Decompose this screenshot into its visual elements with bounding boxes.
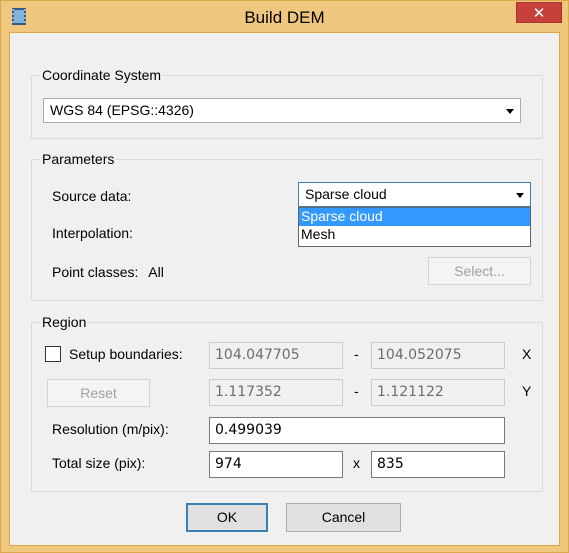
y-min-field[interactable]: 1.117352 (209, 379, 343, 406)
region-title: Region (40, 314, 89, 330)
resolution-label: Resolution (m/pix): (52, 421, 169, 437)
close-button[interactable]: ✕ (516, 2, 562, 23)
coordinate-system-value: WGS 84 (EPSG::4326) (50, 102, 194, 118)
build-dem-dialog: Build DEM ✕ Coordinate System WGS 84 (EP… (0, 0, 569, 553)
region-group: Region Setup boundaries: 104.047705 - 10… (31, 314, 543, 492)
source-data-dropdown: Sparse cloud Mesh (298, 207, 531, 247)
coordinate-system-title: Coordinate System (40, 67, 164, 83)
size-separator: x (353, 455, 360, 471)
select-classes-button[interactable]: Select... (428, 257, 531, 285)
dialog-body: Coordinate System WGS 84 (EPSG::4326) Pa… (9, 32, 560, 546)
reset-button[interactable]: Reset (47, 379, 150, 407)
cancel-button[interactable]: Cancel (286, 503, 401, 532)
resolution-field[interactable]: 0.499039 (209, 417, 505, 444)
setup-boundaries-checkbox[interactable] (45, 346, 61, 362)
coordinate-system-group: Coordinate System WGS 84 (EPSG::4326) (31, 67, 543, 139)
coordinate-system-select[interactable]: WGS 84 (EPSG::4326) (43, 98, 521, 123)
total-size-label: Total size (pix): (52, 455, 146, 471)
chevron-down-icon (516, 193, 524, 198)
total-width-field[interactable]: 974 (209, 451, 343, 478)
x-max-field[interactable]: 104.052075 (371, 342, 505, 369)
source-data-value: Sparse cloud (305, 186, 387, 202)
window-title: Build DEM (244, 8, 325, 27)
y-axis-label: Y (522, 383, 532, 399)
x-min-field[interactable]: 104.047705 (209, 342, 343, 369)
y-max-field[interactable]: 1.121122 (371, 379, 505, 406)
interpolation-label: Interpolation: (52, 225, 133, 241)
source-data-label: Source data: (52, 188, 132, 204)
source-option-sparse-cloud[interactable]: Sparse cloud (299, 208, 530, 226)
setup-boundaries-label: Setup boundaries: (69, 346, 183, 362)
point-classes-label: Point classes: All (52, 264, 164, 280)
point-classes-caption: Point classes: (52, 264, 139, 280)
chevron-down-icon (506, 109, 514, 114)
parameters-title: Parameters (40, 151, 117, 167)
source-data-select[interactable]: Sparse cloud (298, 182, 531, 207)
x-axis-label: X (522, 346, 532, 362)
point-classes-value: All (148, 264, 164, 280)
source-option-mesh[interactable]: Mesh (299, 226, 530, 244)
total-height-field[interactable]: 835 (371, 451, 505, 478)
ok-button[interactable]: OK (186, 503, 268, 532)
y-range-separator: - (354, 383, 359, 399)
close-icon: ✕ (532, 5, 546, 22)
x-range-separator: - (354, 346, 359, 362)
title-bar[interactable]: Build DEM ✕ (1, 1, 568, 32)
